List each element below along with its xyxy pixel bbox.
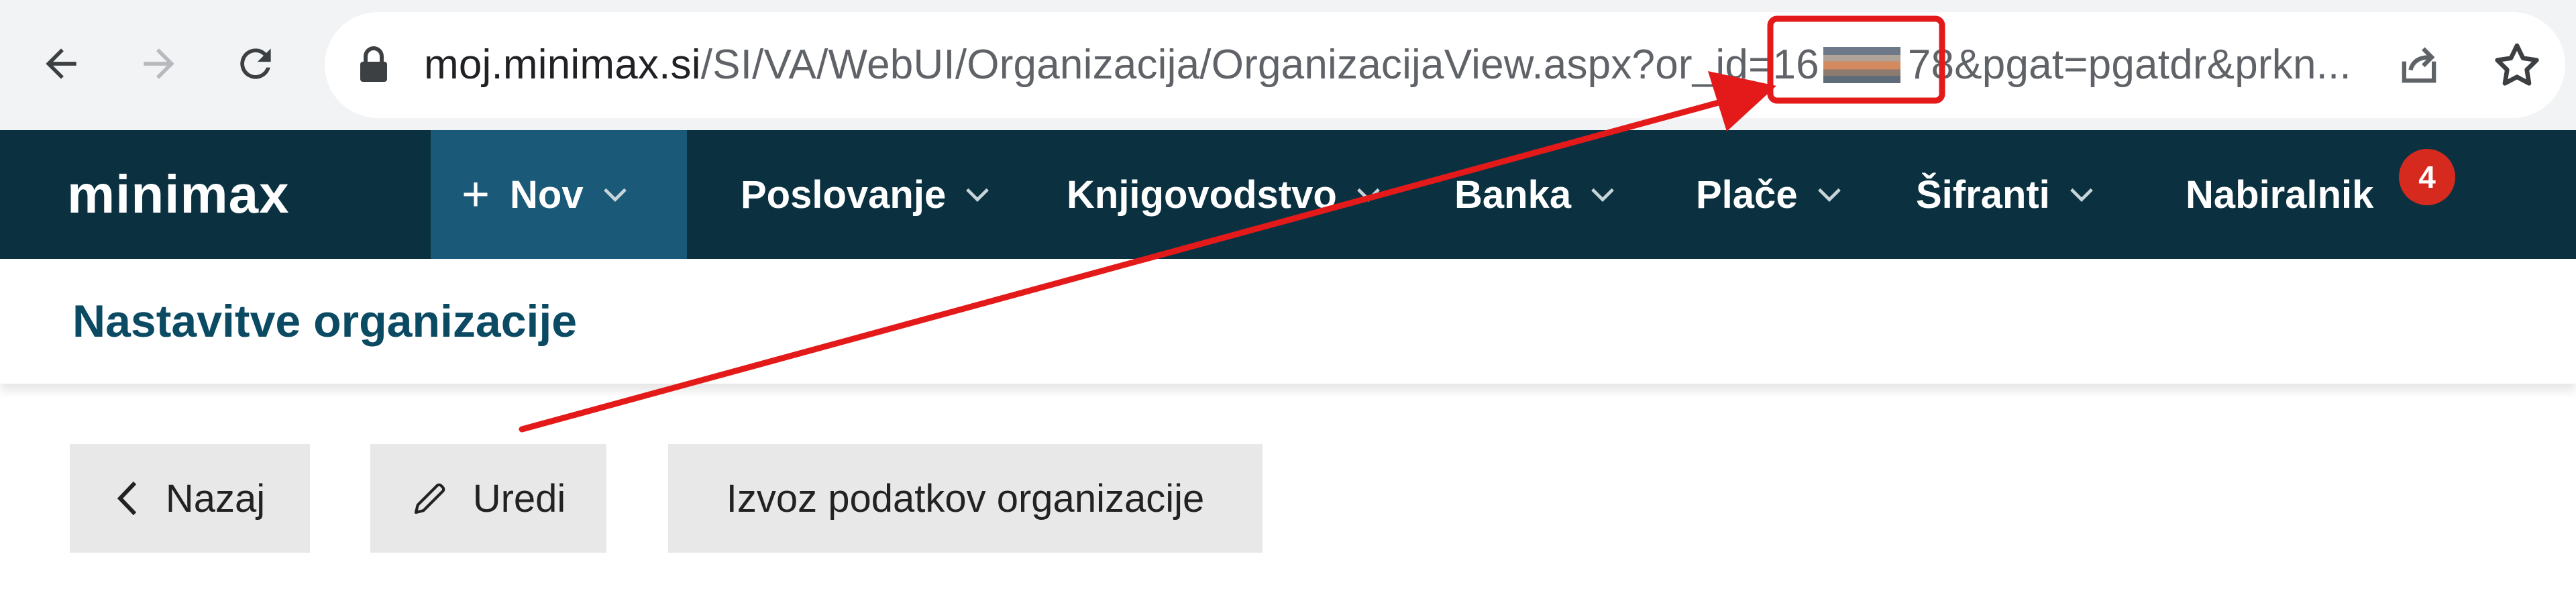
export-button-label: Izvoz podatkov organizacije bbox=[726, 476, 1205, 520]
forward-button[interactable] bbox=[130, 35, 188, 93]
pencil-icon bbox=[414, 483, 445, 514]
menu-label: Nabiralnik bbox=[2186, 172, 2374, 217]
browser-toolbar: moj.minimax.si/SI/VA/WebUI/Organizacija/… bbox=[0, 0, 2576, 130]
edit-button[interactable]: Uredi bbox=[370, 444, 606, 553]
forward-icon bbox=[144, 48, 174, 79]
share-icon[interactable] bbox=[2394, 40, 2445, 91]
menu-poslovanje[interactable]: Poslovanje bbox=[741, 130, 990, 259]
minimax-logo[interactable]: minimax bbox=[67, 130, 290, 259]
chevron-down-icon bbox=[1817, 188, 1841, 202]
menu-label: Plače bbox=[1696, 172, 1798, 217]
menu-knjigovodstvo[interactable]: Knjigovodstvo bbox=[1067, 130, 1381, 259]
back-button-label: Nazaj bbox=[165, 476, 266, 520]
menu-place[interactable]: Plače bbox=[1696, 130, 1842, 259]
menu-label: Poslovanje bbox=[741, 172, 947, 217]
chevron-down-icon bbox=[2070, 188, 2093, 202]
page-title: Nastavitve organizacije bbox=[72, 296, 578, 347]
chevron-left-icon bbox=[117, 481, 137, 516]
menu-label: Šifranti bbox=[1916, 172, 2050, 217]
chevron-down-icon bbox=[1591, 188, 1614, 202]
chevron-down-icon bbox=[966, 188, 989, 202]
lock-icon[interactable] bbox=[359, 46, 388, 83]
url-text[interactable]: moj.minimax.si/SI/VA/WebUI/Organizacija/… bbox=[424, 35, 2351, 95]
url-path-end: 78&pgat=pgatdr&prkn... bbox=[1907, 42, 2351, 88]
back-button[interactable]: Nazaj bbox=[70, 444, 310, 553]
plus-icon: + bbox=[462, 168, 490, 221]
export-organization-button[interactable]: Izvoz podatkov organizacije bbox=[668, 444, 1263, 553]
url-host: moj.minimax.si bbox=[424, 42, 701, 88]
menu-sifranti[interactable]: Šifranti bbox=[1916, 130, 2094, 259]
reload-button[interactable] bbox=[227, 35, 284, 93]
new-menu-label: Nov bbox=[510, 172, 584, 217]
back-icon bbox=[46, 48, 76, 79]
back-button[interactable] bbox=[32, 35, 90, 93]
reload-icon bbox=[240, 48, 271, 79]
app-navbar: minimax + Nov Poslovanje Knjigovodstvo B… bbox=[0, 130, 2576, 259]
menu-label: Banka bbox=[1454, 172, 1572, 217]
url-path-start: /SI/VA/WebUI/Organizacija/OrganizacijaVi… bbox=[700, 42, 1819, 88]
star-icon[interactable] bbox=[2490, 39, 2544, 93]
page-header: Nastavitve organizacije bbox=[0, 259, 2576, 384]
menu-label: Knjigovodstvo bbox=[1067, 172, 1337, 217]
menu-nabiralnik[interactable]: Nabiralnik bbox=[2186, 130, 2373, 259]
redacted-id bbox=[1823, 47, 1900, 83]
edit-button-label: Uredi bbox=[472, 476, 566, 520]
inbox-count-badge: 4 bbox=[2399, 149, 2455, 205]
menu-banka[interactable]: Banka bbox=[1454, 130, 1615, 259]
new-menu-button[interactable]: + Nov bbox=[431, 130, 687, 259]
chevron-down-icon bbox=[603, 188, 627, 202]
chevron-down-icon bbox=[1356, 188, 1380, 202]
